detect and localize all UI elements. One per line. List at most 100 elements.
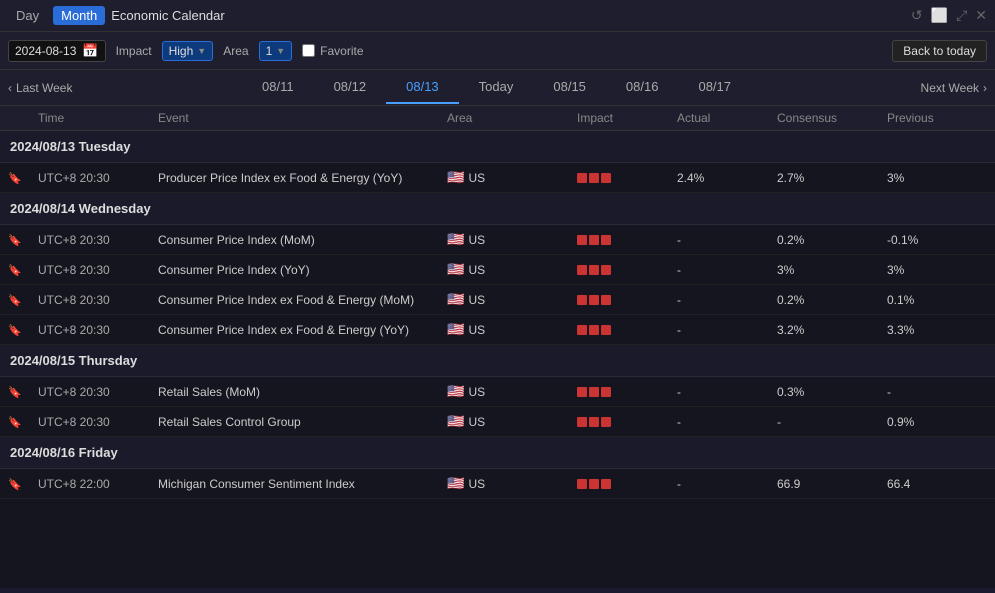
nav-dates: 08/11 08/12 08/13 Today 08/15 08/16 08/1… <box>72 71 920 104</box>
calendar-icon: 📅 <box>82 43 98 59</box>
table-row[interactable]: 🔖UTC+8 20:30Retail Sales (MoM)🇺🇸US-0.3%- <box>0 377 995 407</box>
table-row[interactable]: 🔖UTC+8 20:30Producer Price Index ex Food… <box>0 163 995 193</box>
previous-cell: 3% <box>887 171 987 185</box>
area-dropdown-arrow: ▼ <box>276 46 285 56</box>
flag-icon: 🇺🇸 <box>447 413 464 430</box>
time-cell: UTC+8 20:30 <box>38 415 158 429</box>
expand-icon[interactable]: ⤢ <box>956 7 967 24</box>
impact-bar <box>601 417 611 427</box>
impact-select[interactable]: High ▼ <box>162 41 214 61</box>
bookmark-icon[interactable]: 🔖 <box>8 170 38 185</box>
impact-cell <box>577 387 677 397</box>
bookmark-icon[interactable]: 🔖 <box>8 262 38 277</box>
prev-chevron-icon: ‹ <box>8 81 12 95</box>
previous-cell: - <box>887 385 987 399</box>
event-cell: Consumer Price Index (YoY) <box>158 263 447 277</box>
prev-week-nav[interactable]: ‹ Last Week <box>8 81 72 95</box>
impact-bar <box>601 265 611 275</box>
nav-date-0812[interactable]: 08/12 <box>314 71 387 104</box>
next-week-nav[interactable]: Next Week › <box>921 81 987 95</box>
event-cell: Retail Sales (MoM) <box>158 385 447 399</box>
bookmark-icon[interactable]: 🔖 <box>8 322 38 337</box>
area-label: US <box>468 385 485 399</box>
table-row[interactable]: 🔖UTC+8 20:30Consumer Price Index ex Food… <box>0 315 995 345</box>
previous-cell: 3% <box>887 263 987 277</box>
bookmark-icon[interactable]: 🔖 <box>8 232 38 247</box>
refresh-icon[interactable]: ↺ <box>911 7 923 24</box>
table-row[interactable]: 🔖UTC+8 20:30Consumer Price Index (YoY)🇺🇸… <box>0 255 995 285</box>
area-label: Area <box>223 44 248 58</box>
nav-date-0815[interactable]: 08/15 <box>533 71 606 104</box>
col-bookmark <box>8 111 38 125</box>
consensus-cell: 0.2% <box>777 233 887 247</box>
favorite-label: Favorite <box>320 44 363 58</box>
area-cell: 🇺🇸US <box>447 413 577 430</box>
time-cell: UTC+8 20:30 <box>38 385 158 399</box>
nav-date-0811[interactable]: 08/11 <box>242 71 314 104</box>
impact-bar <box>601 387 611 397</box>
impact-label: Impact <box>116 44 152 58</box>
area-label: US <box>468 171 485 185</box>
tab-day[interactable]: Day <box>8 6 47 25</box>
maximize-icon[interactable]: ⬜ <box>931 7 948 24</box>
impact-bar <box>589 173 599 183</box>
consensus-cell: - <box>777 415 887 429</box>
date-input[interactable]: 2024-08-13 📅 <box>8 40 106 62</box>
area-select[interactable]: 1 ▼ <box>259 41 293 61</box>
col-consensus: Consensus <box>777 111 887 125</box>
area-cell: 🇺🇸US <box>447 231 577 248</box>
table-row[interactable]: 🔖UTC+8 20:30Retail Sales Control Group🇺🇸… <box>0 407 995 437</box>
col-impact: Impact <box>577 111 677 125</box>
close-icon[interactable]: ✕ <box>975 7 987 24</box>
table-row[interactable]: 🔖UTC+8 20:30Consumer Price Index ex Food… <box>0 285 995 315</box>
time-cell: UTC+8 20:30 <box>38 323 158 337</box>
bookmark-icon[interactable]: 🔖 <box>8 292 38 307</box>
actual-cell: - <box>677 415 777 429</box>
impact-bar <box>577 173 587 183</box>
consensus-cell: 3% <box>777 263 887 277</box>
impact-bar <box>589 235 599 245</box>
previous-cell: 3.3% <box>887 323 987 337</box>
back-to-today-button[interactable]: Back to today <box>892 40 987 62</box>
time-cell: UTC+8 20:30 <box>38 293 158 307</box>
prev-week-label: Last Week <box>16 81 72 95</box>
actual-cell: - <box>677 293 777 307</box>
flag-icon: 🇺🇸 <box>447 291 464 308</box>
event-cell: Retail Sales Control Group <box>158 415 447 429</box>
section-header-1: 2024/08/14 Wednesday <box>0 193 995 225</box>
bookmark-icon[interactable]: 🔖 <box>8 384 38 399</box>
area-cell: 🇺🇸US <box>447 475 577 492</box>
impact-bar <box>577 417 587 427</box>
consensus-cell: 0.3% <box>777 385 887 399</box>
impact-bar <box>601 479 611 489</box>
consensus-cell: 0.2% <box>777 293 887 307</box>
calendar-content: 2024/08/13 Tuesday🔖UTC+8 20:30Producer P… <box>0 131 995 588</box>
event-cell: Consumer Price Index (MoM) <box>158 233 447 247</box>
nav-date-today[interactable]: Today <box>459 71 534 104</box>
impact-cell <box>577 479 677 489</box>
impact-bar <box>601 235 611 245</box>
previous-cell: 0.9% <box>887 415 987 429</box>
favorite-checkbox-wrap[interactable]: Favorite <box>302 44 363 58</box>
app-title: Economic Calendar <box>111 8 224 23</box>
next-week-label: Next Week <box>921 81 979 95</box>
impact-cell <box>577 265 677 275</box>
impact-bar <box>589 325 599 335</box>
nav-date-0816[interactable]: 08/16 <box>606 71 679 104</box>
tab-month[interactable]: Month <box>53 6 105 25</box>
flag-icon: 🇺🇸 <box>447 261 464 278</box>
date-value: 2024-08-13 <box>15 44 76 58</box>
nav-date-0817[interactable]: 08/17 <box>678 71 751 104</box>
bookmark-icon[interactable]: 🔖 <box>8 414 38 429</box>
table-row[interactable]: 🔖UTC+8 20:30Consumer Price Index (MoM)🇺🇸… <box>0 225 995 255</box>
consensus-cell: 66.9 <box>777 477 887 491</box>
bookmark-icon[interactable]: 🔖 <box>8 476 38 491</box>
favorite-checkbox[interactable] <box>302 44 315 57</box>
flag-icon: 🇺🇸 <box>447 383 464 400</box>
table-row[interactable]: 🔖UTC+8 22:00Michigan Consumer Sentiment … <box>0 469 995 499</box>
section-header-0: 2024/08/13 Tuesday <box>0 131 995 163</box>
time-cell: UTC+8 20:30 <box>38 171 158 185</box>
event-cell: Consumer Price Index ex Food & Energy (Y… <box>158 323 447 337</box>
nav-date-0813[interactable]: 08/13 <box>386 71 459 104</box>
impact-bar <box>601 173 611 183</box>
